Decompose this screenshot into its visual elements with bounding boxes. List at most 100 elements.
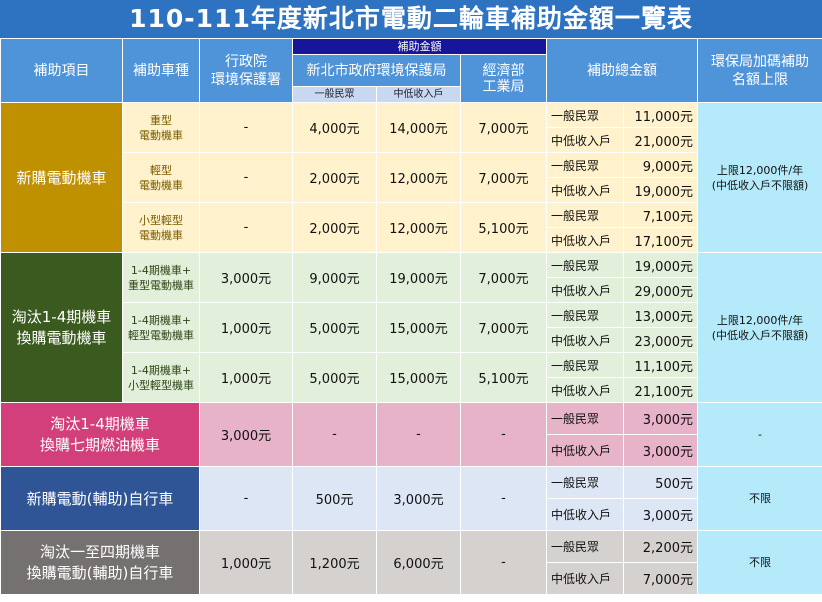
cap-line: (中低收入戶不限額) [711, 328, 809, 342]
ntpc-general-cell: 2,000元 [292, 202, 377, 253]
cap-cell: - [697, 402, 822, 467]
moea-cell: - [460, 466, 547, 531]
cap-line: 上限12,000件/年 [716, 313, 804, 327]
vehicle-line: 電動機車 [139, 228, 183, 242]
moea-cell: 5,100元 [460, 202, 547, 253]
header-cap: 環保局加碼補助 名額上限 [697, 38, 822, 103]
vehicle-line: 重型電動機車 [128, 278, 194, 292]
total-label-general: 一般民眾 [546, 402, 624, 435]
vehicle-line: 小型輕型 [139, 213, 183, 227]
total-general-cell: 2,200元 [623, 530, 698, 563]
epa-cell: 3,000元 [199, 252, 293, 303]
header-subsidy-amount: 補助金額 [292, 38, 547, 55]
total-label-low: 中低收入戶 [546, 177, 624, 203]
moea-cell: - [460, 530, 547, 595]
header-moea: 經濟部 工業局 [460, 54, 547, 103]
vehicle-line: 1-4期機車+ [130, 363, 192, 377]
epa-cell: 3,000元 [199, 402, 293, 467]
total-label-low: 中低收入戶 [546, 434, 624, 467]
ntpc-low-cell: - [376, 402, 461, 467]
ntpc-general-cell: 4,000元 [292, 102, 377, 153]
total-low-cell: 19,000元 [623, 177, 698, 203]
total-label-low: 中低收入戶 [546, 227, 624, 253]
header-epa-line1: 行政院 [225, 53, 267, 70]
header-item: 補助項目 [0, 38, 123, 103]
total-label-general: 一般民眾 [546, 152, 624, 178]
moea-cell: 7,000元 [460, 252, 547, 303]
subsidy-table: 補助項目 補助車種 行政院 環境保護署 補助金額 補助總金額 環保局加碼補助 名… [0, 38, 822, 595]
ntpc-low-cell: 14,000元 [376, 102, 461, 153]
category-line: 換購電動機車 [16, 328, 107, 347]
ntpc-general-cell: 9,000元 [292, 252, 377, 303]
epa-cell: - [199, 466, 293, 531]
total-label-low: 中低收入戶 [546, 127, 624, 153]
total-label-general: 一般民眾 [546, 252, 624, 278]
vehicle-line: 輕型電動機車 [128, 328, 194, 342]
category-replace-with-electric-bicycle: 淘汰一至四期機車 換購電動(輔助)自行車 [0, 530, 200, 595]
ntpc-low-cell: 12,000元 [376, 152, 461, 203]
total-low-cell: 3,000元 [623, 434, 698, 467]
total-low-cell: 7,000元 [623, 562, 698, 595]
header-epa-line2: 環境保護署 [211, 71, 281, 88]
category-line: 淘汰一至四期機車 [39, 542, 160, 561]
header-ntpc: 新北市政府環境保護局 [292, 54, 461, 87]
total-low-cell: 21,000元 [623, 127, 698, 153]
moea-cell: 5,100元 [460, 352, 547, 403]
ntpc-general-cell: 5,000元 [292, 352, 377, 403]
category-replace-with-fuel-scooter: 淘汰1-4期機車 換購七期燃油機車 [0, 402, 200, 467]
ntpc-low-cell: 6,000元 [376, 530, 461, 595]
header-cap-line1: 環保局加碼補助 [711, 53, 809, 70]
total-label-low: 中低收入戶 [546, 562, 624, 595]
category-line: 淘汰1-4期機車 [50, 414, 150, 433]
header-moea-line2: 工業局 [482, 78, 525, 95]
vehicle-line: 重型 [150, 113, 172, 127]
epa-cell: - [199, 202, 293, 253]
header-cap-line2: 名額上限 [732, 71, 788, 88]
vehicle-line: 輕型 [150, 163, 172, 177]
vehicle-line: 1-4期機車+ [130, 263, 192, 277]
total-label-low: 中低收入戶 [546, 498, 624, 531]
total-label-general: 一般民眾 [546, 352, 624, 378]
total-label-low: 中低收入戶 [546, 277, 624, 303]
subsidy-table-page: 110-111年度新北市電動二輪車補助金額一覽表 補助項目 補助車種 行政院 環… [0, 0, 822, 602]
total-general-cell: 9,000元 [623, 152, 698, 178]
ntpc-low-cell: 12,000元 [376, 202, 461, 253]
ntpc-low-cell: 3,000元 [376, 466, 461, 531]
total-low-cell: 29,000元 [623, 277, 698, 303]
header-ntpc-low: 中低收入戶 [376, 86, 461, 103]
ntpc-general-cell: 5,000元 [292, 302, 377, 353]
cap-cell: 上限12,000件/年 (中低收入戶不限額) [697, 252, 822, 403]
vehicle-cell: 1-4期機車+ 輕型電動機車 [122, 302, 200, 353]
total-low-cell: 3,000元 [623, 498, 698, 531]
ntpc-low-cell: 15,000元 [376, 302, 461, 353]
total-label-low: 中低收入戶 [546, 327, 624, 353]
total-general-cell: 500元 [623, 466, 698, 499]
header-ntpc-general: 一般民眾 [292, 86, 377, 103]
ntpc-general-cell: 500元 [292, 466, 377, 531]
cap-cell: 不限 [697, 530, 822, 595]
cap-cell: 不限 [697, 466, 822, 531]
total-general-cell: 11,100元 [623, 352, 698, 378]
ntpc-general-cell: - [292, 402, 377, 467]
total-low-cell: 17,100元 [623, 227, 698, 253]
category-replace-with-electric-scooter: 淘汰1-4期機車 換購電動機車 [0, 252, 123, 403]
ntpc-general-cell: 2,000元 [292, 152, 377, 203]
epa-cell: 1,000元 [199, 352, 293, 403]
category-new-electric-bicycle: 新購電動(輔助)自行車 [0, 466, 200, 531]
moea-cell: - [460, 402, 547, 467]
total-label-general: 一般民眾 [546, 530, 624, 563]
category-new-electric-scooter: 新購電動機車 [0, 102, 123, 253]
header-moea-line1: 經濟部 [482, 62, 525, 79]
epa-cell: - [199, 152, 293, 203]
total-label-general: 一般民眾 [546, 102, 624, 128]
epa-cell: - [199, 102, 293, 153]
total-low-cell: 23,000元 [623, 327, 698, 353]
total-general-cell: 13,000元 [623, 302, 698, 328]
category-line: 淘汰1-4期機車 [11, 307, 112, 326]
moea-cell: 7,000元 [460, 302, 547, 353]
ntpc-general-cell: 1,200元 [292, 530, 377, 595]
total-general-cell: 7,100元 [623, 202, 698, 228]
header-total: 補助總金額 [546, 38, 698, 103]
total-low-cell: 21,100元 [623, 377, 698, 403]
ntpc-low-cell: 19,000元 [376, 252, 461, 303]
